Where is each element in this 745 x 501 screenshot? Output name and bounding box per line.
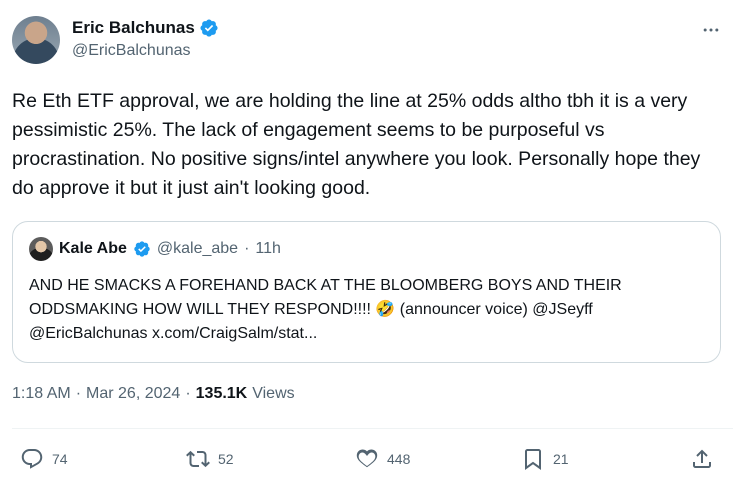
quoted-author-display-name: Kale Abe [59, 240, 127, 257]
verified-badge-icon [134, 241, 150, 257]
divider [12, 428, 733, 429]
like-button[interactable]: 448 [355, 447, 410, 471]
reply-count: 74 [52, 451, 68, 467]
reply-icon [21, 449, 43, 469]
bookmark-icon [525, 449, 541, 470]
share-button[interactable] [690, 447, 714, 471]
bookmark-count: 21 [553, 451, 569, 467]
views-label: Views [252, 385, 295, 402]
quoted-timestamp: 11h [255, 240, 281, 257]
author-display-name[interactable]: Eric Balchunas [72, 18, 195, 38]
quoted-tweet-header: Kale Abe @kale_abe · 11h [29, 237, 281, 261]
tweet-time[interactable]: 1:18 AM [12, 385, 71, 403]
verified-badge-icon [200, 19, 218, 37]
action-bar: 74 52 448 21 [0, 443, 745, 477]
meta-separator: · [75, 385, 82, 402]
author-avatar[interactable] [12, 16, 60, 64]
more-options-button[interactable] [699, 20, 723, 40]
tweet-text: Re Eth ETF approval, we are holding the … [12, 90, 701, 199]
author-display-name-row[interactable]: Eric Balchunas [72, 18, 219, 38]
views-count: 135.1K [195, 385, 248, 402]
repost-icon [186, 450, 210, 468]
repost-button[interactable]: 52 [186, 447, 234, 471]
tweet-date[interactable]: Mar 26, 2024 [86, 385, 180, 403]
like-count: 448 [387, 451, 411, 467]
repost-count: 52 [218, 451, 234, 467]
author-header: Eric Balchunas @EricBalchunas [72, 18, 219, 60]
meta-separator: · [185, 385, 191, 402]
quoted-tweet[interactable]: Kale Abe @kale_abe · 11h AND HE SMACKS A… [12, 221, 721, 363]
share-icon [693, 449, 711, 468]
quoted-separator: · [244, 240, 250, 257]
more-icon [703, 28, 719, 32]
like-icon [356, 449, 378, 468]
quoted-tweet-text: AND HE SMACKS A FOREHAND BACK AT THE BLO… [29, 277, 622, 342]
quoted-author-avatar [29, 237, 53, 261]
quoted-author-handle: @kale_abe [156, 240, 239, 257]
tweet-metadata: 1:18 AM · Mar 26, 2024 · 135.1K Views [12, 385, 295, 403]
reply-button[interactable]: 74 [20, 447, 68, 471]
bookmark-button[interactable]: 21 [521, 447, 569, 471]
author-handle[interactable]: @EricBalchunas [72, 42, 219, 60]
